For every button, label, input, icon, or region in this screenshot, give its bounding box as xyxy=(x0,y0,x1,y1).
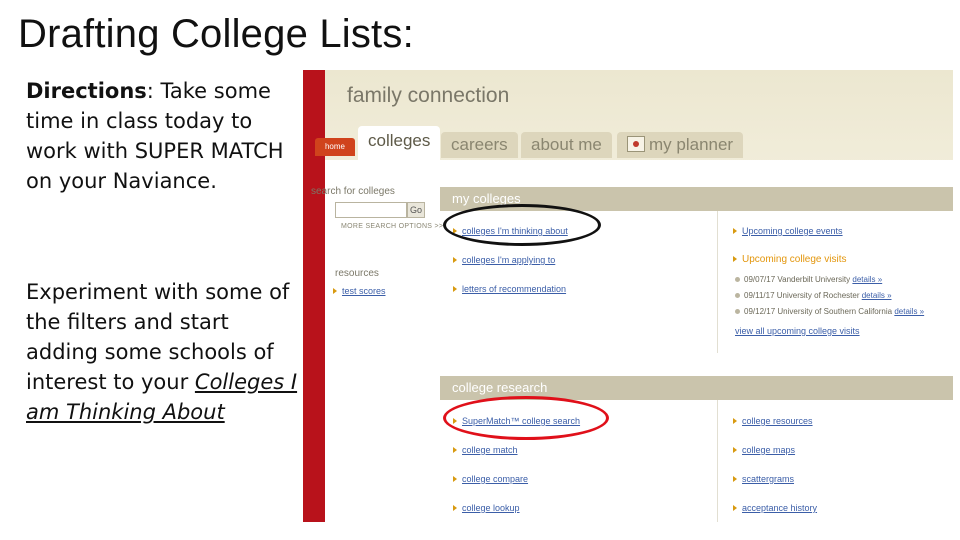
arrow-icon xyxy=(733,256,737,262)
visit-date: 09/11/17 xyxy=(744,291,775,300)
visit-school: University of Rochester xyxy=(776,291,860,300)
tab-colleges[interactable]: colleges xyxy=(358,126,441,160)
tab-careers[interactable]: careers xyxy=(441,132,518,158)
arrow-icon xyxy=(453,228,457,234)
colleges-thinking-about-link[interactable]: colleges I'm thinking about xyxy=(453,226,568,236)
link-label: college maps xyxy=(742,445,796,455)
home-tab[interactable]: home xyxy=(315,138,355,156)
link-label: SuperMatch™ college search xyxy=(462,416,581,426)
my-colleges-header: my colleges xyxy=(440,187,953,211)
slide-title: Drafting College Lists: xyxy=(18,12,414,56)
search-title: search for colleges xyxy=(311,186,395,197)
arrow-icon xyxy=(453,476,457,482)
acceptance-history-link[interactable]: acceptance history xyxy=(733,503,817,513)
arrow-icon xyxy=(453,505,457,511)
arrow-icon xyxy=(733,228,737,234)
naviance-screenshot: family connection home colleges careers … xyxy=(303,70,953,522)
visit-row: 09/12/17 University of Southern Californ… xyxy=(735,307,924,316)
visit-date: 09/07/17 xyxy=(744,275,776,284)
brand-title: family connection xyxy=(347,84,510,107)
arrow-icon xyxy=(453,257,457,263)
college-compare-link[interactable]: college compare xyxy=(453,474,528,484)
arrow-icon xyxy=(733,505,737,511)
link-label: college lookup xyxy=(462,503,520,513)
scattergrams-link[interactable]: scattergrams xyxy=(733,474,794,484)
supermatch-college-search-link[interactable]: SuperMatch™ college search xyxy=(453,416,580,426)
link-label: colleges I'm applying to xyxy=(462,255,556,265)
college-search-input[interactable] xyxy=(335,202,407,218)
arrow-icon xyxy=(733,418,737,424)
arrow-icon xyxy=(733,447,737,453)
visit-details-link[interactable]: details » xyxy=(852,275,882,284)
visit-details-link[interactable]: details » xyxy=(894,307,924,316)
arrow-icon xyxy=(453,418,457,424)
link-label: letters of recommendation xyxy=(462,284,567,294)
link-label: acceptance history xyxy=(742,503,818,513)
go-button[interactable]: Go xyxy=(407,202,425,218)
upcoming-visits-title: Upcoming college visits xyxy=(733,254,847,265)
tab-my-planner[interactable]: my planner xyxy=(617,132,744,158)
visit-date: 09/12/17 xyxy=(744,307,776,316)
bullet-icon xyxy=(735,277,740,282)
bullet-icon xyxy=(735,309,740,314)
resources-title: resources xyxy=(335,268,379,279)
colleges-applying-to-link[interactable]: colleges I'm applying to xyxy=(453,255,555,265)
directions-label: Directions xyxy=(26,79,147,103)
view-all-visits-link[interactable]: view all upcoming college visits xyxy=(735,326,860,336)
link-label: scattergrams xyxy=(742,474,795,484)
directions-text: Directions: Take some time in class toda… xyxy=(26,76,298,196)
test-scores-label: test scores xyxy=(342,286,386,296)
visit-row: 09/11/17 University of Rochester details… xyxy=(735,291,892,300)
visits-title-label: Upcoming college visits xyxy=(742,254,847,265)
arrow-icon xyxy=(333,288,337,294)
link-label: college compare xyxy=(462,474,529,484)
bullet-icon xyxy=(735,293,740,298)
test-scores-link[interactable]: test scores xyxy=(333,286,386,296)
link-label: Upcoming college events xyxy=(742,226,843,236)
tab-about-me[interactable]: about me xyxy=(521,132,612,158)
college-lookup-link[interactable]: college lookup xyxy=(453,503,520,513)
upcoming-college-events-link[interactable]: Upcoming college events xyxy=(733,226,843,236)
visit-row: 09/07/17 Vanderbilt University details » xyxy=(735,275,882,284)
link-label: college resources xyxy=(742,416,813,426)
column-divider xyxy=(717,211,718,353)
more-search-options-link[interactable]: MORE SEARCH OPTIONS >> xyxy=(341,223,443,230)
visit-details-link[interactable]: details » xyxy=(862,291,892,300)
arrow-icon xyxy=(733,476,737,482)
college-maps-link[interactable]: college maps xyxy=(733,445,795,455)
college-match-link[interactable]: college match xyxy=(453,445,518,455)
letters-of-recommendation-link[interactable]: letters of recommendation xyxy=(453,284,566,294)
column-divider xyxy=(717,400,718,522)
college-resources-link[interactable]: college resources xyxy=(733,416,813,426)
visit-school: University of Southern California xyxy=(777,307,893,316)
link-label: colleges I'm thinking about xyxy=(462,226,568,236)
arrow-icon xyxy=(453,286,457,292)
visit-school: Vanderbilt University xyxy=(777,275,851,284)
tab-my-planner-label: my planner xyxy=(649,135,734,154)
arrow-icon xyxy=(453,447,457,453)
planner-icon xyxy=(627,136,645,152)
college-research-header: college research xyxy=(440,376,953,400)
experiment-text: Experiment with some of the filters and … xyxy=(26,277,301,427)
link-label: college match xyxy=(462,445,518,455)
